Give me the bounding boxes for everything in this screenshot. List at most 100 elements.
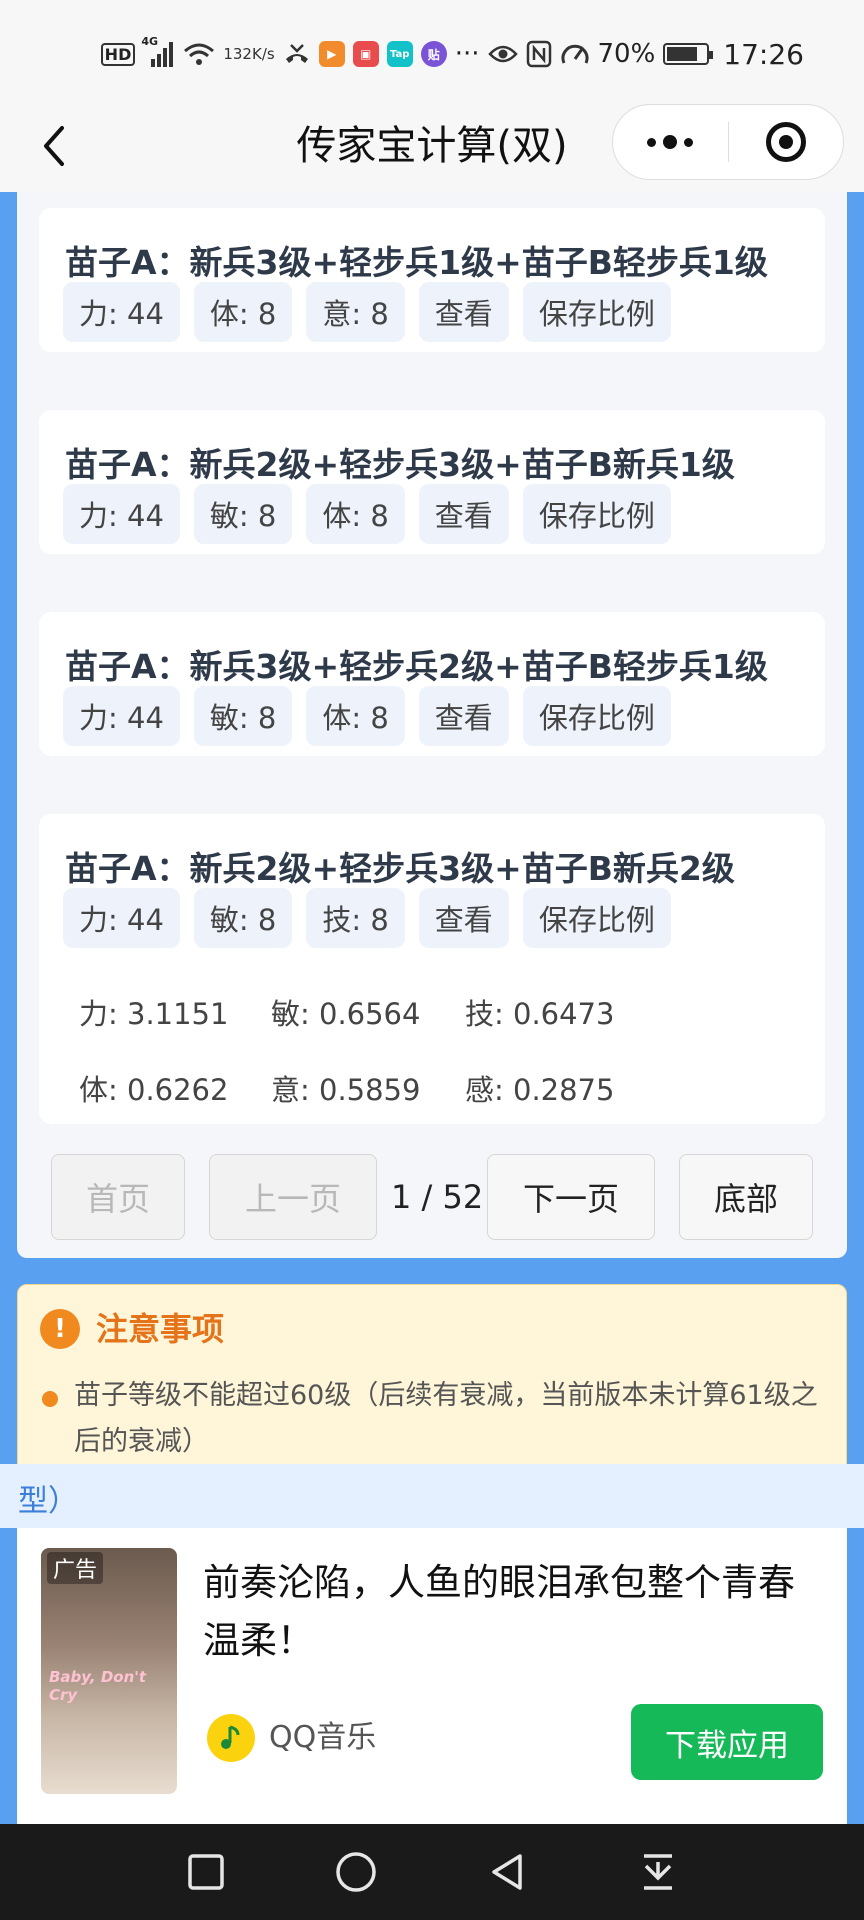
call-missed-icon <box>283 41 311 67</box>
more-notifications: ··· <box>454 39 480 69</box>
view-button[interactable]: 查看 <box>418 686 509 746</box>
notice-title: 注意事项 <box>96 1310 225 1348</box>
square-icon <box>188 1854 224 1890</box>
partial-section-text: 型） <box>18 1484 78 1519</box>
stat-chip: 体: 8 <box>306 484 405 544</box>
warning-icon: ! <box>40 1309 80 1349</box>
ratio-value: 敏: 0.6564 <box>271 997 421 1031</box>
network-generation: 4G <box>141 35 159 48</box>
prev-page-button[interactable]: 上一页 <box>209 1154 377 1240</box>
result-title: 苗子A：新兵3级+轻步兵2级+苗子B轻步兵1级 <box>65 647 768 686</box>
nfc-icon <box>526 40 552 68</box>
notice-box: ! 注意事项 苗子等级不能超过60级（后续有衰减，当前版本未计算61级之后的衰减… <box>17 1284 847 1484</box>
sticker-app-icon: 贴 <box>420 41 447 67</box>
save-ratio-button[interactable]: 保存比例 <box>522 686 671 746</box>
notice-item: 苗子等级不能超过60级（后续有衰减，当前版本未计算61级之后的衰减） <box>74 1380 818 1457</box>
result-title: 苗子A：新兵3级+轻步兵1级+苗子B轻步兵1级 <box>65 243 768 282</box>
battery-percent: 70% <box>597 39 656 69</box>
ratio-row: 体: 0.6262 意: 0.5859 感: 0.2875 <box>79 1050 779 1126</box>
qq-music-icon <box>207 1714 255 1762</box>
ad-banner[interactable]: 广告 Baby, Don't Cry 前奏沦陷，人鱼的眼泪承包整个青春温柔！ Q… <box>17 1528 847 1824</box>
save-ratio-button[interactable]: 保存比例 <box>522 282 671 342</box>
bottom-button[interactable]: 底部 <box>679 1154 813 1240</box>
pagination: 首页 上一页 1 / 52 下一页 底部 <box>51 1154 813 1240</box>
stat-chip: 力: 44 <box>63 282 180 342</box>
notification-pull-button[interactable] <box>630 1844 686 1900</box>
partial-section: 型） <box>0 1464 864 1528</box>
system-nav-bar <box>0 1824 864 1920</box>
mini-program-capsule <box>612 104 844 180</box>
results-panel: 苗子A：新兵3级+轻步兵1级+苗子B轻步兵1级 力: 44 体: 8 意: 8 … <box>17 192 847 1258</box>
bullet-dot <box>42 1391 58 1407</box>
chip-row: 力: 44 敏: 8 体: 8 查看 保存比例 <box>63 484 671 544</box>
page-indicator: 1 / 52 <box>391 1178 484 1216</box>
ad-image-text: Baby, Don't Cry <box>49 1668 147 1704</box>
stat-chip: 敏: 8 <box>193 484 293 544</box>
stat-chip: 意: 8 <box>306 282 405 342</box>
video-app-icon: ▶ <box>318 41 345 67</box>
eye-icon <box>487 43 518 65</box>
ratio-value: 意: 0.5859 <box>271 1073 421 1107</box>
close-program-button[interactable] <box>729 105 844 179</box>
ad-label: 广告 <box>47 1552 104 1584</box>
stat-chip: 敏: 8 <box>193 888 293 948</box>
ad-title[interactable]: 前奏沦陷，人鱼的眼泪承包整个青春温柔！ <box>203 1554 823 1670</box>
save-ratio-button[interactable]: 保存比例 <box>522 484 671 544</box>
next-page-button[interactable]: 下一页 <box>487 1154 655 1240</box>
more-dots-icon <box>647 135 694 149</box>
wifi-icon <box>183 41 215 67</box>
ratio-row: 力: 3.1151 敏: 0.6564 技: 0.6473 <box>79 974 779 1050</box>
content-area[interactable]: 苗子A：新兵3级+轻步兵1级+苗子B轻步兵1级 力: 44 体: 8 意: 8 … <box>0 192 864 1824</box>
clock-time: 17:26 <box>723 37 804 71</box>
ratio-value: 技: 0.6473 <box>465 997 615 1031</box>
stat-chip: 力: 44 <box>63 686 180 746</box>
result-title: 苗子A：新兵2级+轻步兵3级+苗子B新兵1级 <box>65 445 735 484</box>
pull-down-icon <box>644 1854 672 1890</box>
target-close-icon <box>765 122 806 162</box>
view-button[interactable]: 查看 <box>418 282 509 342</box>
first-page-button[interactable]: 首页 <box>51 1154 185 1240</box>
status-icons: HD 4G 132 K/s ▶ ▣ Tap 贴 ··· 70% 17:26 <box>100 34 804 74</box>
gift-app-icon: ▣ <box>352 41 379 67</box>
taptap-app-icon: Tap <box>386 41 413 67</box>
ratio-value: 体: 0.6262 <box>79 1073 229 1107</box>
circle-icon <box>336 1852 376 1892</box>
ratio-value: 感: 0.2875 <box>465 1073 615 1107</box>
stat-chip: 力: 44 <box>63 888 180 948</box>
status-bar: HD 4G 132 K/s ▶ ▣ Tap 贴 ··· 70% 17:26 <box>0 0 864 100</box>
result-card: 苗子A：新兵2级+轻步兵3级+苗子B新兵1级 力: 44 敏: 8 体: 8 查… <box>39 410 825 554</box>
hd-icon: HD <box>100 42 136 66</box>
stat-chip: 体: 8 <box>306 686 405 746</box>
recent-apps-button[interactable] <box>178 1844 234 1900</box>
result-title: 苗子A：新兵2级+轻步兵3级+苗子B新兵2级 <box>65 849 735 888</box>
download-app-button[interactable]: 下载应用 <box>631 1704 823 1780</box>
view-button[interactable]: 查看 <box>418 484 509 544</box>
stat-chip: 技: 8 <box>306 888 405 948</box>
chip-row: 力: 44 体: 8 意: 8 查看 保存比例 <box>63 282 671 342</box>
speedometer-icon <box>560 41 590 67</box>
result-card: 苗子A：新兵3级+轻步兵2级+苗子B轻步兵1级 力: 44 敏: 8 体: 8 … <box>39 612 825 756</box>
triangle-back-icon <box>492 1854 522 1890</box>
stat-chip: 力: 44 <box>63 484 180 544</box>
network-speed: 132 K/s <box>223 46 274 62</box>
stat-chip: 体: 8 <box>193 282 293 342</box>
ad-image[interactable]: 广告 Baby, Don't Cry <box>41 1548 177 1794</box>
back-nav-button[interactable] <box>480 1844 536 1900</box>
view-button[interactable]: 查看 <box>418 888 509 948</box>
nav-bar: 传家宝计算(双) <box>0 100 864 192</box>
save-ratio-button[interactable]: 保存比例 <box>522 888 671 948</box>
speed-unit: K/s <box>251 45 275 63</box>
ratio-grid: 力: 3.1151 敏: 0.6564 技: 0.6473 体: 0.6262 … <box>79 974 779 1126</box>
ratio-value: 力: 3.1151 <box>79 997 229 1031</box>
stat-chip: 敏: 8 <box>193 686 293 746</box>
chip-row: 力: 44 敏: 8 体: 8 查看 保存比例 <box>63 686 671 746</box>
home-button[interactable] <box>328 1844 384 1900</box>
speed-value: 132 <box>223 45 252 63</box>
battery-icon <box>663 43 714 65</box>
result-card: 苗子A：新兵3级+轻步兵1级+苗子B轻步兵1级 力: 44 体: 8 意: 8 … <box>39 208 825 352</box>
chip-row: 力: 44 敏: 8 技: 8 查看 保存比例 <box>63 888 671 948</box>
more-menu-button[interactable] <box>613 105 728 179</box>
signal-icon: 4G <box>141 35 175 67</box>
ad-app-name: QQ音乐 <box>269 1720 377 1755</box>
result-card-expanded: 苗子A：新兵2级+轻步兵3级+苗子B新兵2级 力: 44 敏: 8 技: 8 查… <box>39 814 825 1124</box>
